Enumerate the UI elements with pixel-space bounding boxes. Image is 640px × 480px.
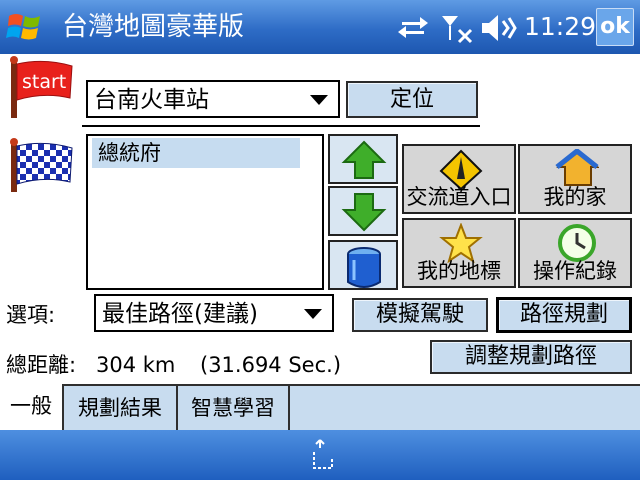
options-label: 選項:: [6, 303, 56, 327]
clock[interactable]: 11:29: [524, 10, 596, 44]
route-planning-button[interactable]: 路徑規劃: [496, 297, 632, 333]
compute-time-value: (31.694 Sec.): [200, 353, 342, 377]
speaker-icon[interactable]: [480, 12, 518, 44]
tab-general[interactable]: 一般: [0, 384, 64, 430]
start-flag-text: start: [22, 71, 66, 93]
list-item[interactable]: 總統府: [92, 138, 300, 168]
move-up-button[interactable]: [328, 134, 398, 184]
delete-button[interactable]: [328, 240, 398, 290]
home-icon: [555, 149, 599, 186]
total-distance-value: 304 km: [96, 353, 176, 377]
my-landmark-button[interactable]: 我的地標: [402, 218, 516, 288]
signal-off-icon[interactable]: [440, 12, 474, 44]
title-bar: 台灣地圖豪華版 11:29 ok: [0, 0, 640, 54]
clock-icon: [558, 224, 596, 262]
start-flag-icon: start: [10, 56, 73, 118]
divider: [82, 125, 480, 127]
move-down-button[interactable]: [328, 186, 398, 236]
warning-sign-icon: [439, 149, 483, 189]
route-option-value: 最佳路徑(建議): [102, 301, 258, 327]
my-landmark-label: 我的地標: [417, 259, 501, 283]
arrow-up-icon: [341, 140, 387, 179]
locate-button[interactable]: 定位: [346, 81, 478, 118]
trash-bin-icon: [347, 247, 381, 288]
finish-flag-icon: [10, 138, 73, 192]
chevron-down-icon[interactable]: [304, 309, 322, 319]
tab-plan-result[interactable]: 規劃結果: [64, 386, 178, 430]
window-title: 台灣地圖豪華版: [62, 12, 245, 42]
ok-button[interactable]: ok: [596, 8, 634, 46]
menu-bar: [0, 430, 640, 480]
tab-smart-learning[interactable]: 智慧學習: [178, 386, 290, 430]
interchange-entrance-label: 交流道入口: [406, 185, 512, 209]
arrow-down-icon: [341, 193, 387, 232]
total-distance-label: 總距離:: [6, 353, 77, 377]
chevron-down-icon[interactable]: [310, 95, 328, 105]
start-location-combo[interactable]: 台南火車站: [86, 80, 340, 118]
star-icon: [439, 223, 483, 263]
windows-logo-icon[interactable]: [6, 8, 44, 46]
destination-list[interactable]: 總統府: [86, 134, 324, 290]
adjust-route-button[interactable]: 調整規劃路徑: [430, 340, 632, 374]
my-home-label: 我的家: [543, 185, 607, 209]
simulate-drive-button[interactable]: 模擬駕駛: [352, 298, 488, 332]
tab-bar: 一般 規劃結果 智慧學習: [0, 384, 640, 430]
route-option-combo[interactable]: 最佳路徑(建議): [94, 294, 334, 332]
my-home-button[interactable]: 我的家: [518, 144, 632, 214]
operation-log-label: 操作紀錄: [533, 259, 617, 283]
start-location-value: 台南火車站: [94, 87, 209, 113]
interchange-entrance-button[interactable]: 交流道入口: [402, 144, 516, 214]
operation-log-button[interactable]: 操作紀錄: [518, 218, 632, 288]
connectivity-arrows-icon[interactable]: [396, 12, 430, 44]
keyboard-input-icon[interactable]: [306, 438, 336, 472]
